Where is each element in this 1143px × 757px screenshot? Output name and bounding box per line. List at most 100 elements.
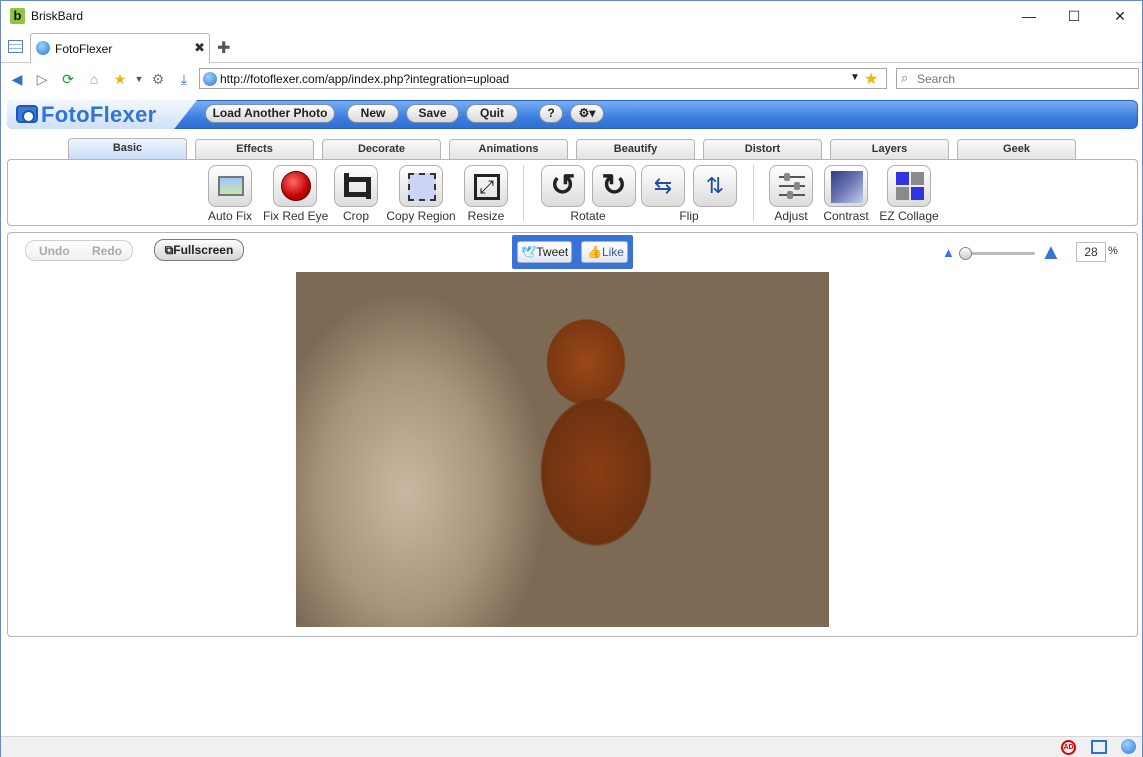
fullscreen-icon: ⧉ (164, 243, 174, 257)
flip-horizontal-icon[interactable]: ⇆ (641, 165, 685, 207)
app-logo-icon: b (10, 8, 25, 24)
contrast-icon (824, 165, 868, 207)
ez-collage-tool[interactable]: EZ Collage (878, 165, 940, 223)
resize-label: Resize (467, 209, 505, 223)
tab-basic[interactable]: Basic (68, 138, 187, 160)
save-button[interactable]: Save (406, 104, 459, 123)
copy-region-icon (399, 165, 443, 207)
zoom-slider-thumb[interactable] (959, 247, 972, 260)
zoom-out-mountain-icon[interactable]: ▲ (942, 245, 955, 260)
tab-distort[interactable]: Distort (703, 139, 822, 159)
adjust-tool[interactable]: Adjust (768, 165, 814, 223)
browser-tab-fotoflexer[interactable]: FotoFlexer ✖ (30, 33, 210, 63)
close-tab-icon[interactable]: ✖ (194, 40, 205, 56)
forward-icon[interactable]: ▷ (34, 71, 50, 87)
ez-collage-label: EZ Collage (879, 209, 939, 223)
flip-vertical-icon[interactable]: ⇅ (693, 165, 737, 207)
rotate-left-icon[interactable]: ↺ (541, 165, 585, 207)
tab-animations[interactable]: Animations (449, 139, 568, 159)
camera-logo-icon (16, 105, 38, 123)
tweet-label: Tweet (536, 245, 569, 259)
tool-separator (753, 165, 754, 221)
globe-icon (36, 41, 50, 55)
bookmarks-star-icon[interactable]: ★ (112, 71, 128, 87)
bookmarks-dropdown-icon[interactable]: ▼ (131, 71, 147, 87)
back-icon[interactable]: ◀ (9, 71, 25, 87)
maximize-button[interactable]: ☐ (1059, 5, 1089, 27)
download-icon[interactable]: ⤓ (176, 71, 192, 87)
browser-tab-label: FotoFlexer (55, 42, 113, 56)
thumbs-up-icon: 👍 (587, 245, 602, 259)
url-input[interactable] (220, 71, 840, 86)
minimize-button[interactable]: — (1014, 5, 1044, 27)
red-eye-icon (273, 165, 317, 207)
tab-list-icon[interactable] (8, 40, 23, 53)
fullscreen-button[interactable]: ⧉Fullscreen (154, 239, 244, 261)
help-button[interactable]: ? (539, 104, 563, 123)
ad-block-icon[interactable]: AD (1061, 740, 1076, 755)
add-bookmark-star-icon[interactable]: ★ (864, 69, 878, 89)
tweet-button[interactable]: 🕊Tweet (517, 241, 572, 263)
new-tab-icon[interactable]: ✚ (217, 38, 230, 58)
close-window-button[interactable]: ✕ (1105, 5, 1135, 27)
auto-fix-icon (208, 165, 252, 207)
load-another-photo-button[interactable]: Load Another Photo (205, 104, 335, 123)
redo-button[interactable]: Redo (92, 244, 122, 258)
zoom-percent-input[interactable]: 28 (1076, 242, 1106, 262)
copy-region-label: Copy Region (386, 209, 456, 223)
crop-tool[interactable]: Crop (332, 165, 380, 223)
like-button[interactable]: 👍Like (581, 241, 628, 263)
like-label: Like (601, 245, 624, 259)
flip-tool: ⇆ ⇅ Flip (641, 165, 737, 223)
auto-fix-tool[interactable]: Auto Fix (206, 165, 254, 223)
reload-icon[interactable]: ⟳ (60, 71, 76, 87)
rotate-tool: ↺ ↻ Rotate (539, 165, 637, 223)
tab-geek[interactable]: Geek (957, 139, 1076, 159)
home-icon[interactable]: ⌂ (86, 71, 102, 87)
screen-icon[interactable] (1091, 740, 1107, 754)
network-globe-icon[interactable] (1121, 739, 1136, 754)
crop-label: Crop (342, 209, 369, 223)
title-bar: b BriskBard — ☐ ✕ (1, 1, 1142, 31)
search-icon: ⌕ (901, 70, 909, 85)
fotoflexer-logo: FotoFlexer (41, 102, 157, 127)
resize-tool[interactable]: ⤢ Resize (463, 165, 509, 223)
copy-region-tool[interactable]: Copy Region (386, 165, 456, 223)
browser-window: b BriskBard — ☐ ✕ FotoFlexer ✖ ✚ ◀ ▷ ⟳ ⌂… (0, 0, 1143, 757)
settings-button[interactable]: ⚙▾ (570, 104, 604, 123)
quit-button[interactable]: Quit (466, 104, 518, 123)
zoom-in-mountain-icon[interactable]: ▲ (1040, 239, 1062, 265)
window-title: BriskBard (31, 9, 84, 23)
auto-fix-label: Auto Fix (207, 209, 252, 223)
contrast-tool[interactable]: Contrast (821, 165, 871, 223)
zoom-percent-symbol: % (1108, 245, 1118, 257)
collage-icon (887, 165, 931, 207)
twitter-bird-icon: 🕊 (521, 245, 537, 259)
adjust-label: Adjust (774, 209, 808, 223)
crop-icon (334, 165, 378, 207)
undo-button[interactable]: Undo (39, 244, 70, 258)
site-globe-icon (203, 72, 217, 86)
new-button[interactable]: New (347, 104, 399, 123)
status-bar (1, 736, 1142, 757)
tab-layers[interactable]: Layers (830, 139, 949, 159)
search-input[interactable] (917, 71, 1127, 86)
rotate-right-icon[interactable]: ↻ (592, 165, 636, 207)
flip-label: Flip (679, 209, 699, 223)
fullscreen-label: Fullscreen (173, 243, 234, 257)
tool-separator (523, 165, 524, 221)
tab-decorate[interactable]: Decorate (322, 139, 441, 159)
tab-effects[interactable]: Effects (195, 139, 314, 159)
address-bar[interactable]: ▼ ★ (199, 68, 887, 89)
resize-icon: ⤢ (464, 165, 508, 207)
fix-red-eye-tool[interactable]: Fix Red Eye (263, 165, 328, 223)
settings-gear-icon[interactable]: ⚙ (150, 71, 166, 87)
contrast-label: Contrast (823, 209, 869, 223)
tab-beautify[interactable]: Beautify (576, 139, 695, 159)
search-box[interactable]: ⌕ (896, 68, 1139, 89)
photo-canvas[interactable] (296, 272, 829, 627)
sliders-icon (769, 165, 813, 207)
rotate-label: Rotate (570, 209, 606, 223)
url-dropdown-icon[interactable]: ▼ (850, 72, 860, 83)
undo-redo-group: Undo Redo (25, 240, 133, 261)
